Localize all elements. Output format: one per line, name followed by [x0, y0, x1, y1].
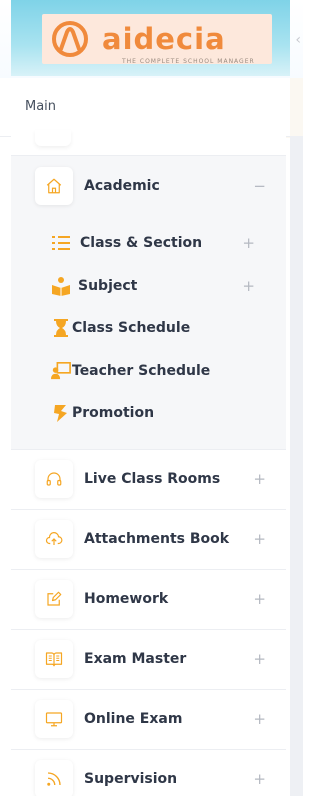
submenu-item-class-schedule[interactable]: Class Schedule [11, 307, 286, 350]
menu-item-label: Exam Master [84, 651, 187, 667]
expand-toggle-icon[interactable]: + [253, 650, 266, 668]
open-book-icon [35, 640, 73, 678]
logo-banner[interactable]: aidecia THE COMPLETE SCHOOL MANAGER [11, 0, 290, 76]
collapse-toggle-icon[interactable]: − [253, 177, 266, 195]
section-label: Main [0, 78, 290, 136]
menu-item-partial[interactable] [11, 130, 286, 156]
scrollbar-track[interactable] [290, 136, 303, 796]
submenu-item-label: Class Schedule [72, 320, 191, 337]
menu-item-label: Live Class Rooms [84, 471, 221, 487]
expand-toggle-icon[interactable]: + [253, 590, 266, 608]
partial-icon-tile [35, 130, 71, 146]
expand-toggle-icon[interactable]: + [242, 234, 255, 252]
cloud-upload-icon [35, 520, 73, 558]
menu-item-homework[interactable]: Homework + [11, 569, 286, 630]
expand-toggle-icon[interactable]: + [253, 710, 266, 728]
submenu-item-label: Promotion [72, 405, 155, 422]
submenu-item-label: Class & Section [80, 235, 203, 252]
section-label-text: Main [25, 99, 57, 114]
menu-item-label: Homework [84, 591, 169, 607]
expand-toggle-icon[interactable]: + [242, 277, 255, 295]
expand-toggle-icon[interactable]: + [253, 770, 266, 788]
sidebar-menu: Academic − Class & Section + Subject + C… [11, 130, 286, 796]
logo: aidecia THE COMPLETE SCHOOL MANAGER [42, 14, 272, 65]
menu-item-attachments-book[interactable]: Attachments Book + [11, 509, 286, 570]
menu-item-label: Academic [84, 178, 160, 194]
monitor-icon [35, 700, 73, 738]
menu-item-label: Supervision [84, 771, 178, 787]
expand-toggle-icon[interactable]: + [253, 470, 266, 488]
menu-item-label: Online Exam [84, 711, 183, 727]
headphones-icon [35, 460, 73, 498]
menu-item-live-class-rooms[interactable]: Live Class Rooms + [11, 449, 286, 510]
menu-item-supervision[interactable]: Supervision + [11, 749, 286, 796]
promotion-icon [50, 402, 72, 424]
sidebar-header: aidecia THE COMPLETE SCHOOL MANAGER ‹ [0, 0, 303, 78]
submenu-item-subject[interactable]: Subject + [11, 265, 286, 308]
logo-mark-icon [52, 21, 88, 57]
submenu-item-label: Teacher Schedule [72, 362, 211, 379]
brand-name: aidecia [102, 22, 226, 56]
collapse-sidebar-icon[interactable]: ‹ [295, 32, 301, 48]
hourglass-icon [50, 317, 72, 339]
submenu-item-promotion[interactable]: Promotion [11, 392, 286, 435]
menu-item-exam-master[interactable]: Exam Master + [11, 629, 286, 690]
menu-item-academic[interactable]: Academic − [11, 156, 286, 216]
submenu-item-class-section[interactable]: Class & Section + [11, 222, 286, 265]
brand-tagline: THE COMPLETE SCHOOL MANAGER [122, 58, 255, 65]
menu-item-label: Attachments Book [84, 531, 230, 547]
list-icon [50, 232, 72, 254]
academic-submenu: Class & Section + Subject + Class Schedu… [11, 216, 286, 450]
edit-icon [35, 580, 73, 618]
teacher-board-icon [50, 360, 72, 382]
menu-item-online-exam[interactable]: Online Exam + [11, 689, 286, 750]
expand-toggle-icon[interactable]: + [253, 530, 266, 548]
book-reader-icon [50, 275, 72, 297]
rss-icon [35, 760, 73, 796]
submenu-item-teacher-schedule[interactable]: Teacher Schedule [11, 350, 286, 393]
home-icon [35, 167, 73, 205]
submenu-item-label: Subject [78, 277, 138, 294]
